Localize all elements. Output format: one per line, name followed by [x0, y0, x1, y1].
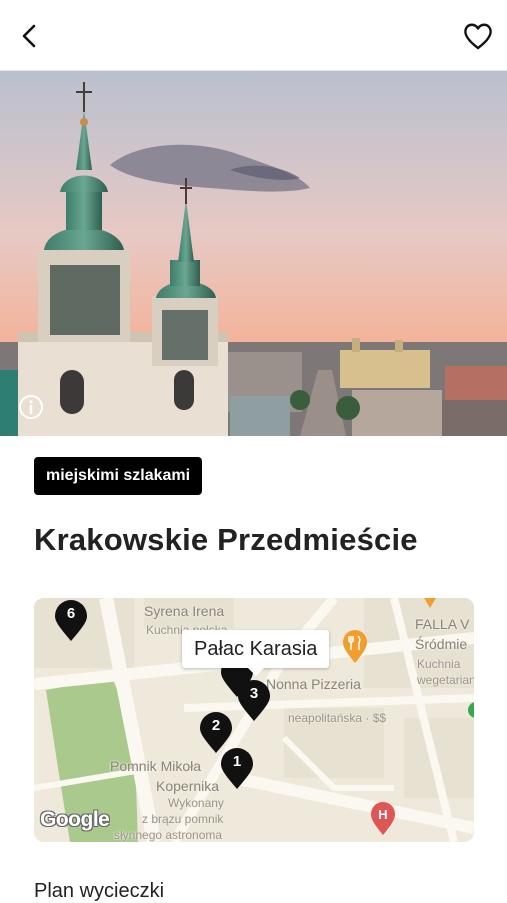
category-tag[interactable]: miejskimi szlakami [34, 457, 203, 495]
route-pin-number: 6 [66, 605, 76, 622]
info-button[interactable] [18, 394, 44, 420]
heart-outline-icon [464, 23, 492, 50]
map-label-pomnik-sub-1: Wykonany [168, 796, 224, 810]
svg-text:H: H [378, 807, 387, 822]
route-pin-1[interactable]: 1 [220, 748, 254, 790]
restaurant-icon[interactable] [342, 630, 368, 664]
map-label-kuchnia: Kuchnia [417, 657, 461, 671]
map-label-falla: FALLA V [415, 616, 470, 632]
route-pin-number: 1 [232, 753, 242, 770]
route-pin-number: 2 [211, 717, 221, 734]
chevron-left-icon [22, 24, 36, 48]
map-label-wegetarian: wegetarian [417, 673, 474, 687]
page-title: Krakowskie Przedmieście [34, 522, 418, 557]
hero-photo [0, 70, 507, 436]
route-map[interactable]: Syrena Irena Kuchnia polska FALLA V Śród… [34, 598, 474, 842]
map-label-pomnik-1: Pomnik Mikoła [110, 758, 202, 774]
top-bar [0, 0, 507, 71]
info-circle-icon [19, 395, 43, 419]
route-pin-6[interactable]: 6 [54, 600, 88, 642]
route-pin-number: 3 [249, 685, 259, 702]
favorite-button[interactable] [460, 18, 496, 54]
route-pin-3[interactable]: 3 [237, 680, 271, 722]
map-label-nonna: Nonna Pizzeria [266, 676, 361, 692]
hospital-icon[interactable]: H [370, 802, 396, 836]
map-label-srodmiescie: Śródmie [415, 636, 468, 652]
map-label-pomnik-sub-2: z brązu pomnik [142, 812, 224, 826]
google-logo: Google [40, 808, 110, 831]
map-label-pomnik-2: Kopernika [156, 778, 220, 794]
city-skyline-image [0, 70, 507, 436]
map-label-nonna-sub: neapolitańska · $$ [288, 711, 387, 725]
map-label-syrena: Syrena Irena [144, 603, 225, 619]
map-label-pomnik-sub-3: słynnego astronoma [114, 828, 223, 842]
map-callout[interactable]: Pałac Karasia [182, 630, 330, 676]
back-button[interactable] [14, 20, 46, 52]
